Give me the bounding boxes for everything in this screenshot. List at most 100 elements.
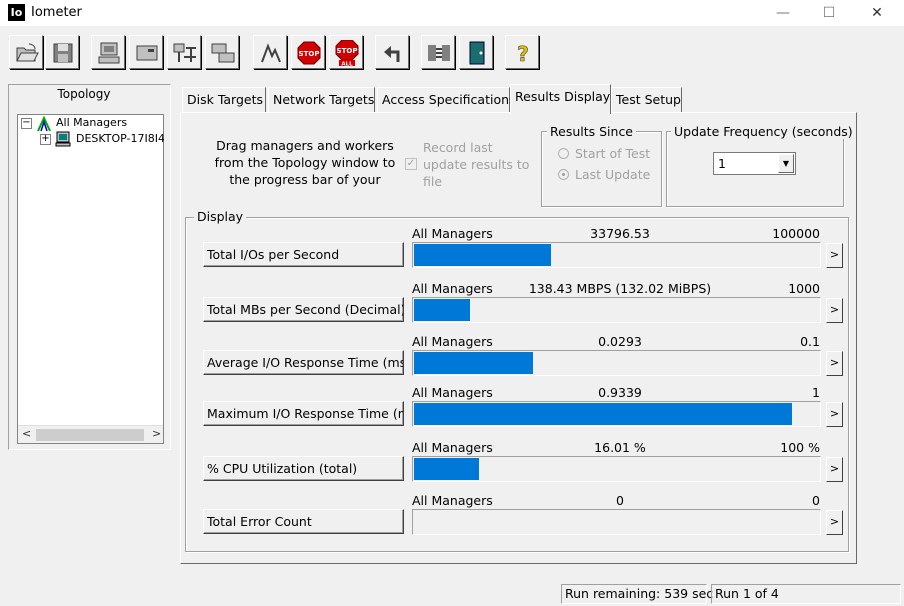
metric-source: All Managers <box>412 493 493 508</box>
scroll-thumb[interactable] <box>36 429 144 441</box>
open-folder-icon <box>16 43 39 62</box>
metric-value: 0.0293 <box>598 334 642 349</box>
metric-progress-bar[interactable] <box>412 242 821 268</box>
metric-progress-bar[interactable] <box>412 456 821 482</box>
new-manager-button[interactable] <box>91 35 125 69</box>
metric-more-button[interactable]: > <box>826 510 843 535</box>
radio-selected-dot <box>562 173 565 176</box>
results-since-title: Results Since <box>547 124 637 139</box>
metric-select-button[interactable]: Total MBs per Second (Decimal) <box>203 297 404 322</box>
help-icon: ? <box>517 42 529 66</box>
new-disk-worker-button[interactable] <box>129 35 163 69</box>
metric-value: 0.9339 <box>598 385 642 400</box>
save-disk-icon <box>53 43 73 63</box>
metric-select-button[interactable]: Maximum I/O Response Time (ms) <box>203 401 404 426</box>
open-config-button[interactable] <box>9 35 43 69</box>
metric-progress-bar[interactable] <box>412 401 821 427</box>
metric-progress-fill <box>414 403 792 425</box>
disconnect-button[interactable] <box>421 35 455 69</box>
metric-select-button[interactable]: Total I/Os per Second <box>203 242 404 267</box>
duplicate-worker-button[interactable] <box>205 35 239 69</box>
stop-test-button[interactable]: STOP <box>291 35 325 69</box>
reset-workers-button[interactable] <box>375 35 409 69</box>
iometer-app-icon: Io <box>8 4 25 21</box>
metric-select-button[interactable]: Average I/O Response Time (ms) <box>203 350 404 375</box>
topology-title: Topology <box>57 87 111 101</box>
metric-more-button[interactable]: > <box>826 351 843 376</box>
metric-select-button[interactable]: Total Error Count <box>203 509 404 534</box>
record-last-update-checkbox[interactable]: ✓ <box>405 158 417 170</box>
metric-more-button[interactable]: > <box>826 457 843 482</box>
window-title: Iometer <box>31 5 82 20</box>
metric-progress-bar[interactable] <box>412 509 821 535</box>
metric-max: 0 <box>812 493 820 508</box>
exit-button[interactable] <box>459 35 493 69</box>
maximize-button[interactable]: ☐ <box>806 0 852 26</box>
svg-text:STOP: STOP <box>337 47 358 55</box>
about-help-button[interactable]: ? <box>505 35 539 69</box>
new-manager-icon <box>98 42 120 64</box>
metric-value: 33796.53 <box>590 226 650 241</box>
tab-access-specifications[interactable]: Access Specifications <box>377 87 516 112</box>
save-config-button[interactable] <box>45 35 79 69</box>
metric-more-button[interactable]: > <box>826 243 843 268</box>
metric-progress-fill <box>414 299 470 321</box>
metric-source: All Managers <box>412 385 493 400</box>
close-button[interactable]: ✕ <box>854 0 900 26</box>
tab-network-targets[interactable]: Network Targets <box>268 87 375 112</box>
metric-more-button[interactable]: > <box>826 402 843 427</box>
metric-source: All Managers <box>412 440 493 455</box>
display-title: Display <box>194 209 247 224</box>
metric-source: All Managers <box>412 281 493 296</box>
stop-all-icon: STOP ALL <box>335 40 359 67</box>
topology-tree[interactable]: − All Managers + DESKTOP-17I8I4L < > <box>17 114 164 444</box>
metric-max: 100000 <box>772 226 820 241</box>
new-network-worker-icon <box>173 43 196 62</box>
disconnect-icon <box>428 45 450 61</box>
svg-text:ALL: ALL <box>341 62 353 67</box>
metric-max: 0.1 <box>800 334 820 349</box>
start-of-test-label: Start of Test <box>575 146 651 161</box>
exit-door-icon <box>469 41 485 65</box>
start-tests-icon <box>261 43 281 63</box>
toolbar: STOP STOP ALL ? <box>0 26 904 74</box>
collapse-all-managers-icon[interactable]: − <box>21 118 32 129</box>
svg-text:?: ? <box>517 42 529 66</box>
expand-manager-icon[interactable]: + <box>40 134 51 145</box>
metric-value: 138.43 MBPS (132.02 MiBPS) <box>528 281 712 296</box>
duplicate-worker-icon <box>211 43 235 63</box>
metric-value: 0 <box>616 493 624 508</box>
stop-all-button[interactable]: STOP ALL <box>329 35 363 69</box>
metric-value: 16.01 % <box>594 440 646 455</box>
metric-select-button[interactable]: % CPU Utilization (total) <box>203 456 404 481</box>
tree-item-all-managers[interactable]: All Managers <box>56 116 127 129</box>
last-update-label: Last Update <box>575 167 651 182</box>
metric-progress-fill <box>414 352 533 374</box>
status-run-index: Run 1 of 4 <box>711 584 901 604</box>
title-bar: Io Iometer — ☐ ✕ <box>0 0 904 26</box>
tree-horizontal-scrollbar[interactable]: < > <box>18 425 163 443</box>
status-run-remaining: Run remaining: 539 sec <box>561 584 713 604</box>
metric-max: 1 <box>812 385 820 400</box>
update-frequency-select[interactable]: 1 ▼ <box>713 152 796 175</box>
metric-more-button[interactable]: > <box>826 298 843 323</box>
tab-disk-targets[interactable]: Disk Targets <box>182 87 266 112</box>
stop-icon: STOP <box>297 41 321 65</box>
tab-results-display[interactable]: Results Display <box>510 84 611 114</box>
chevron-down-icon[interactable]: ▼ <box>778 154 794 173</box>
minimize-button[interactable]: — <box>760 0 806 26</box>
scroll-right-arrow-icon[interactable]: > <box>152 427 161 440</box>
start-of-test-radio[interactable] <box>558 148 569 159</box>
metric-progress-fill <box>414 244 551 266</box>
start-tests-button[interactable] <box>253 35 287 69</box>
metric-max: 1000 <box>788 281 820 296</box>
metric-progress-bar[interactable] <box>412 297 821 323</box>
tree-item-desktop-manager[interactable]: DESKTOP-17I8I4L <box>76 132 164 145</box>
new-network-worker-button[interactable] <box>167 35 201 69</box>
computer-icon <box>55 131 71 150</box>
scroll-left-arrow-icon[interactable]: < <box>22 427 31 440</box>
reset-workers-icon <box>384 46 400 62</box>
metric-progress-bar[interactable] <box>412 350 821 376</box>
tab-test-setup[interactable]: Test Setup <box>611 87 682 112</box>
last-update-radio[interactable] <box>558 169 569 180</box>
